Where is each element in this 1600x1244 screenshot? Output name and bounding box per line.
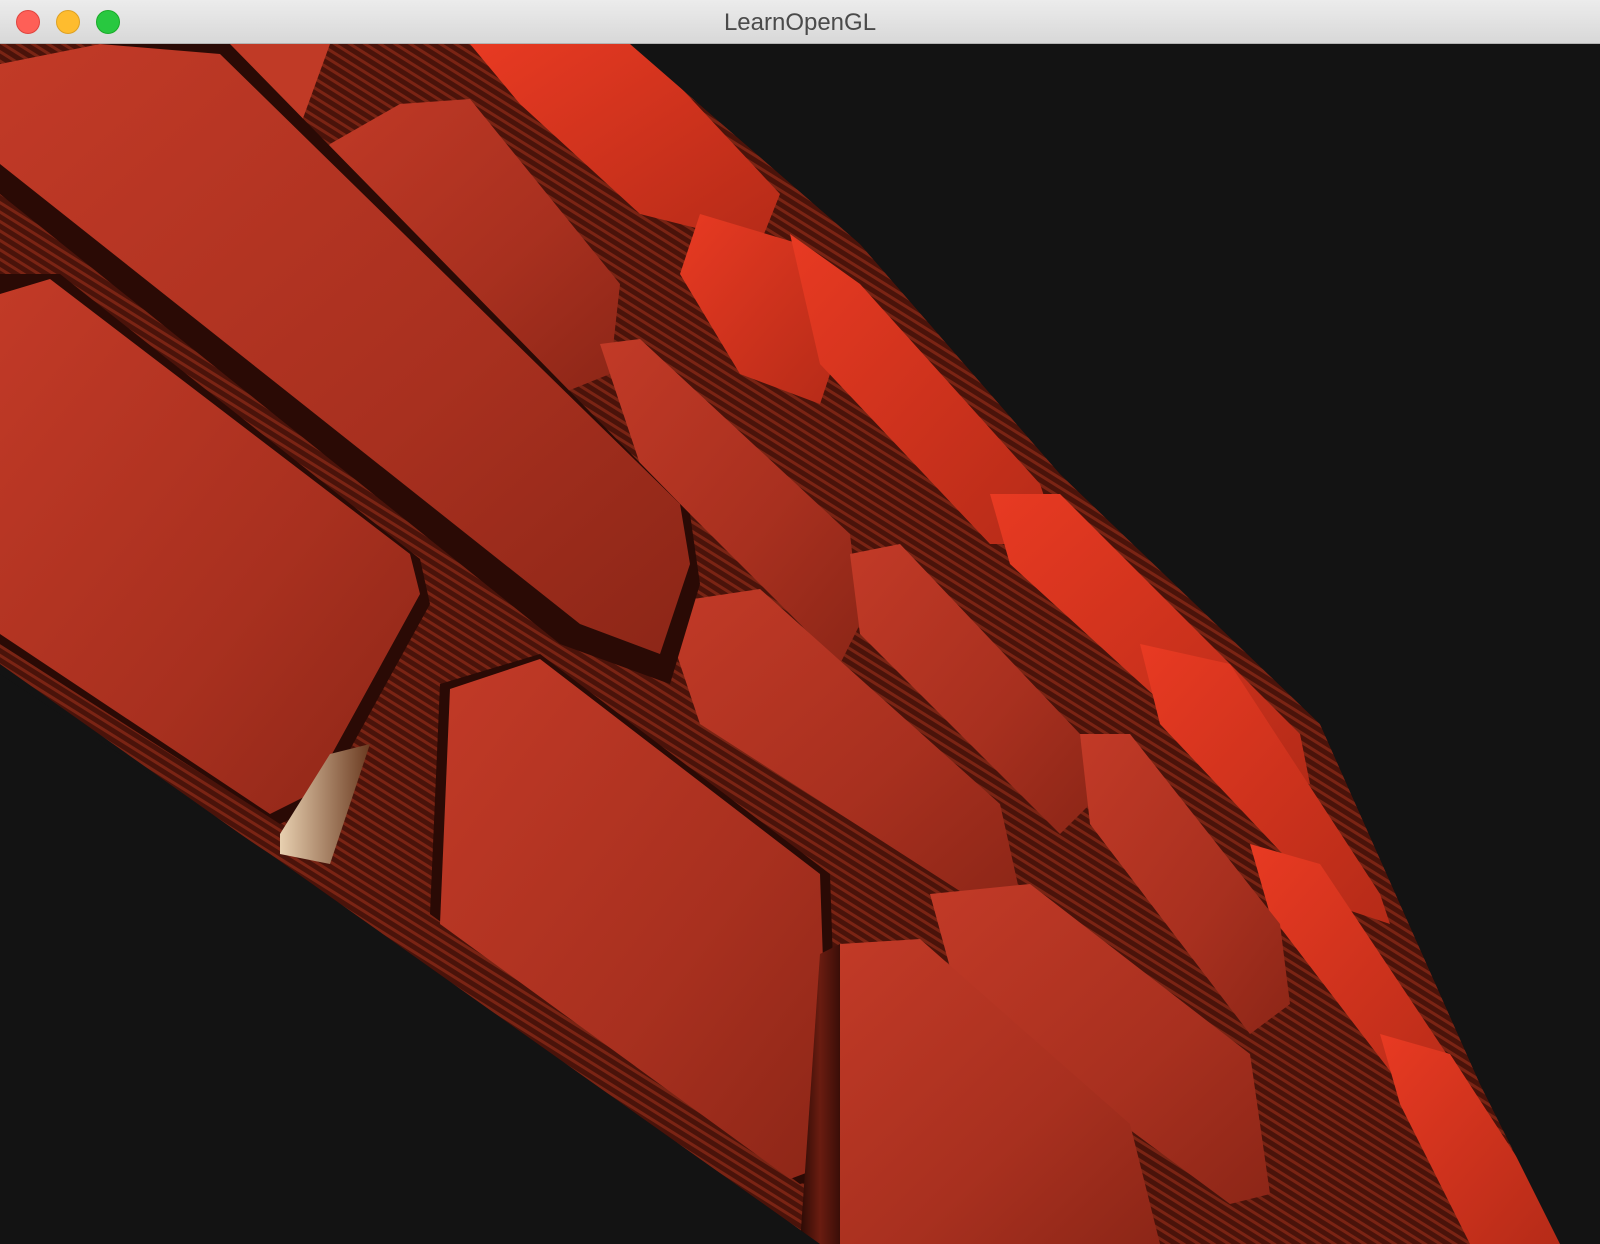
window-title: LearnOpenGL — [723, 9, 877, 36]
opengl-viewport[interactable] — [0, 44, 1600, 1244]
app-window: LearnOpenGL — [0, 0, 1600, 1244]
title-bar[interactable]: LearnOpenGL — [0, 0, 1600, 44]
brick-wall-render — [0, 44, 1600, 1244]
